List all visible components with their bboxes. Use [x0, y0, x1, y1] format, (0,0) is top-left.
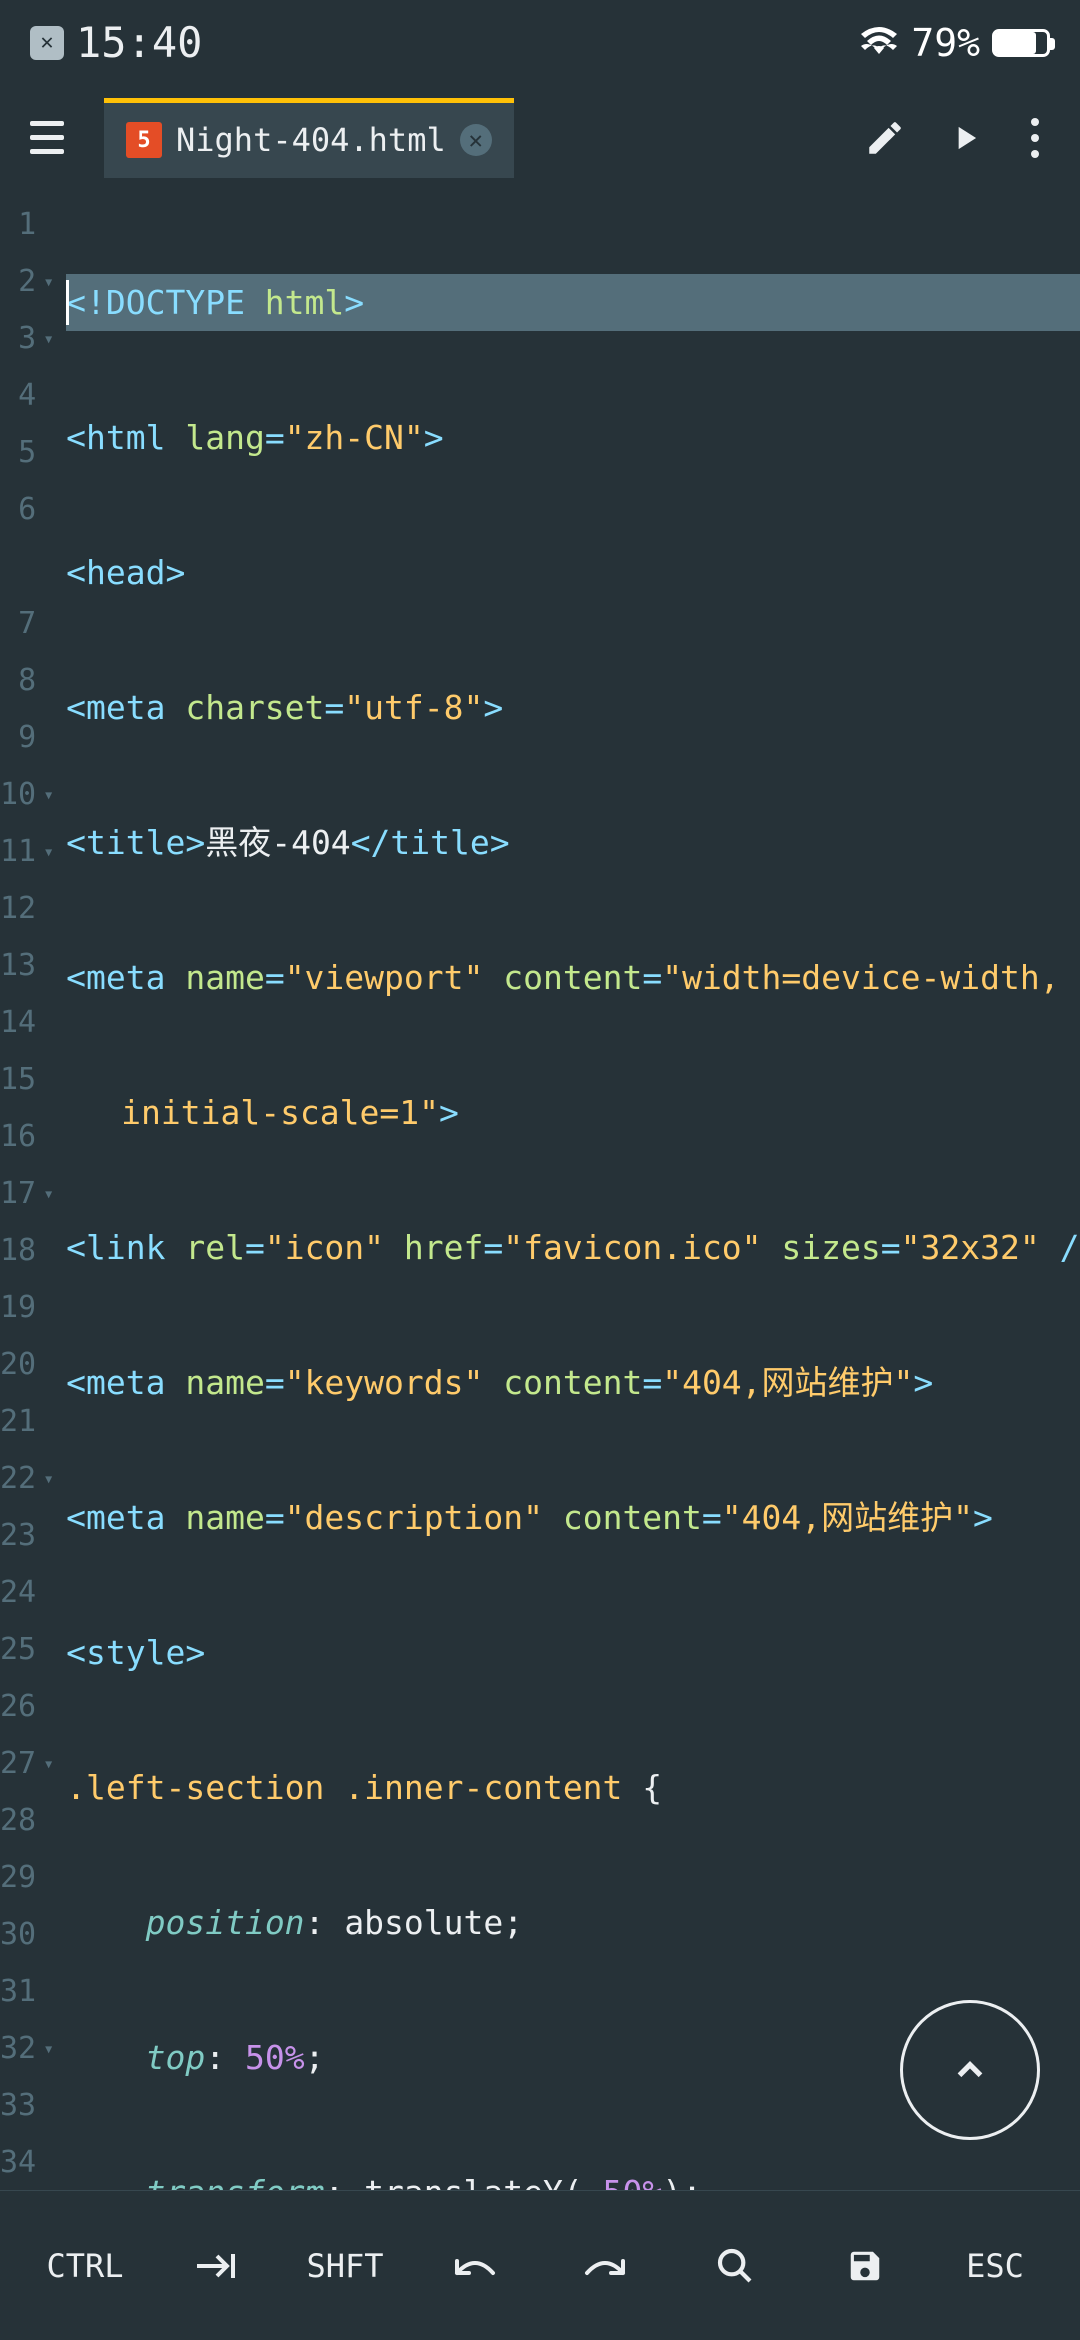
code-line[interactable]: <title>黑夜-404</title>	[66, 814, 1080, 871]
line-number[interactable]: 30	[0, 1906, 36, 1963]
code-line[interactable]: .left-section .inner-content {	[66, 1759, 1080, 1816]
code-line[interactable]: transform: translateY(-50%);	[66, 2164, 1080, 2190]
undo-button[interactable]	[410, 2251, 540, 2281]
line-number[interactable]: 33	[0, 2077, 36, 2134]
line-number[interactable]: 34	[0, 2134, 36, 2190]
wifi-icon	[859, 21, 899, 65]
line-number[interactable]: 23	[0, 1507, 36, 1564]
line-number[interactable]: 7	[0, 595, 36, 652]
line-number[interactable]: 6	[0, 481, 36, 538]
line-number[interactable]: 20	[0, 1336, 36, 1393]
line-number[interactable]: 21	[0, 1393, 36, 1450]
code-line[interactable]: <!DOCTYPE html>	[66, 274, 1080, 331]
code-editor[interactable]: 1 2▾ 3▾ 4 5 6 7 8 9 10▾ 11▾ 12 13 14 15 …	[0, 190, 1080, 2190]
search-button[interactable]	[670, 2246, 800, 2286]
line-number[interactable]: 16	[0, 1108, 36, 1165]
redo-button[interactable]	[540, 2251, 670, 2281]
run-button[interactable]	[930, 119, 1000, 157]
line-number[interactable]	[0, 538, 36, 595]
line-number[interactable]: 1	[0, 196, 36, 253]
line-number[interactable]: 12	[0, 880, 36, 937]
code-line[interactable]: <link rel="icon" href="favicon.ico" size…	[66, 1219, 1080, 1276]
fold-arrow-icon[interactable]: ▾	[43, 1165, 54, 1222]
gutter[interactable]: 1 2▾ 3▾ 4 5 6 7 8 9 10▾ 11▾ 12 13 14 15 …	[0, 190, 52, 2190]
fold-arrow-icon[interactable]: ▾	[43, 253, 54, 310]
fold-arrow-icon[interactable]: ▾	[43, 1450, 54, 1507]
cursor	[66, 280, 69, 325]
code-line[interactable]: <head>	[66, 544, 1080, 601]
line-number[interactable]: 10▾	[0, 766, 36, 823]
fold-arrow-icon[interactable]: ▾	[43, 823, 54, 880]
app-bar: 5 Night-404.html ✕	[0, 85, 1080, 190]
clock: 15:40	[76, 18, 202, 67]
save-button[interactable]	[800, 2247, 930, 2285]
more-options-button[interactable]	[1010, 118, 1060, 158]
line-number[interactable]: 5	[0, 424, 36, 481]
line-number[interactable]: 18	[0, 1222, 36, 1279]
line-number[interactable]: 9	[0, 709, 36, 766]
code-line[interactable]: <meta name="viewport" content="width=dev…	[66, 949, 1080, 1006]
notification-icon: ✕	[30, 26, 64, 60]
line-number[interactable]: 2▾	[0, 253, 36, 310]
line-number[interactable]: 28	[0, 1792, 36, 1849]
file-tab[interactable]: 5 Night-404.html ✕	[104, 98, 514, 178]
ctrl-key[interactable]: CTRL	[20, 2247, 150, 2285]
keyboard-toolbar: CTRL SHFT ESC	[0, 2190, 1080, 2340]
code-line[interactable]: <html lang="zh-CN">	[66, 409, 1080, 466]
line-number[interactable]: 19	[0, 1279, 36, 1336]
line-number[interactable]: 11▾	[0, 823, 36, 880]
line-number[interactable]: 27▾	[0, 1735, 36, 1792]
code-line[interactable]: initial-scale=1">	[66, 1084, 1080, 1141]
shift-key[interactable]: SHFT	[280, 2247, 410, 2285]
close-tab-icon[interactable]: ✕	[460, 124, 492, 156]
status-bar: ✕ 15:40 79%	[0, 0, 1080, 85]
fold-arrow-icon[interactable]: ▾	[43, 2020, 54, 2077]
line-number[interactable]: 8	[0, 652, 36, 709]
code-line[interactable]: <meta charset="utf-8">	[66, 679, 1080, 736]
status-right: 79%	[859, 21, 1050, 65]
line-number[interactable]: 13	[0, 937, 36, 994]
esc-key[interactable]: ESC	[930, 2247, 1060, 2285]
status-left: ✕ 15:40	[30, 18, 202, 67]
line-number[interactable]: 4	[0, 367, 36, 424]
fold-arrow-icon[interactable]: ▾	[43, 1735, 54, 1792]
battery-icon	[992, 29, 1050, 57]
line-number[interactable]: 15	[0, 1051, 36, 1108]
line-number[interactable]: 24	[0, 1564, 36, 1621]
menu-button[interactable]	[20, 111, 74, 164]
battery-percentage: 79%	[911, 21, 980, 65]
code-area[interactable]: <!DOCTYPE html> <html lang="zh-CN"> <hea…	[52, 190, 1080, 2190]
code-line[interactable]: position: absolute;	[66, 1894, 1080, 1951]
line-number[interactable]: 29	[0, 1849, 36, 1906]
line-number[interactable]: 14	[0, 994, 36, 1051]
line-number[interactable]: 3▾	[0, 310, 36, 367]
code-line[interactable]: <meta name="description" content="404,网站…	[66, 1489, 1080, 1546]
line-number[interactable]: 17▾	[0, 1165, 36, 1222]
line-number[interactable]: 25	[0, 1621, 36, 1678]
line-number[interactable]: 32▾	[0, 2020, 36, 2077]
expand-fab-button[interactable]	[900, 2000, 1040, 2140]
line-number[interactable]: 22▾	[0, 1450, 36, 1507]
battery-fill	[995, 32, 1036, 54]
edit-button[interactable]	[850, 117, 920, 159]
fold-arrow-icon[interactable]: ▾	[43, 766, 54, 823]
tab-key[interactable]	[150, 2248, 280, 2284]
fold-arrow-icon[interactable]: ▾	[43, 310, 54, 367]
html-file-icon: 5	[126, 122, 162, 158]
line-number[interactable]: 31	[0, 1963, 36, 2020]
tab-filename: Night-404.html	[176, 121, 446, 159]
code-line[interactable]: <meta name="keywords" content="404,网站维护"…	[66, 1354, 1080, 1411]
line-number[interactable]: 26	[0, 1678, 36, 1735]
code-line[interactable]: <style>	[66, 1624, 1080, 1681]
